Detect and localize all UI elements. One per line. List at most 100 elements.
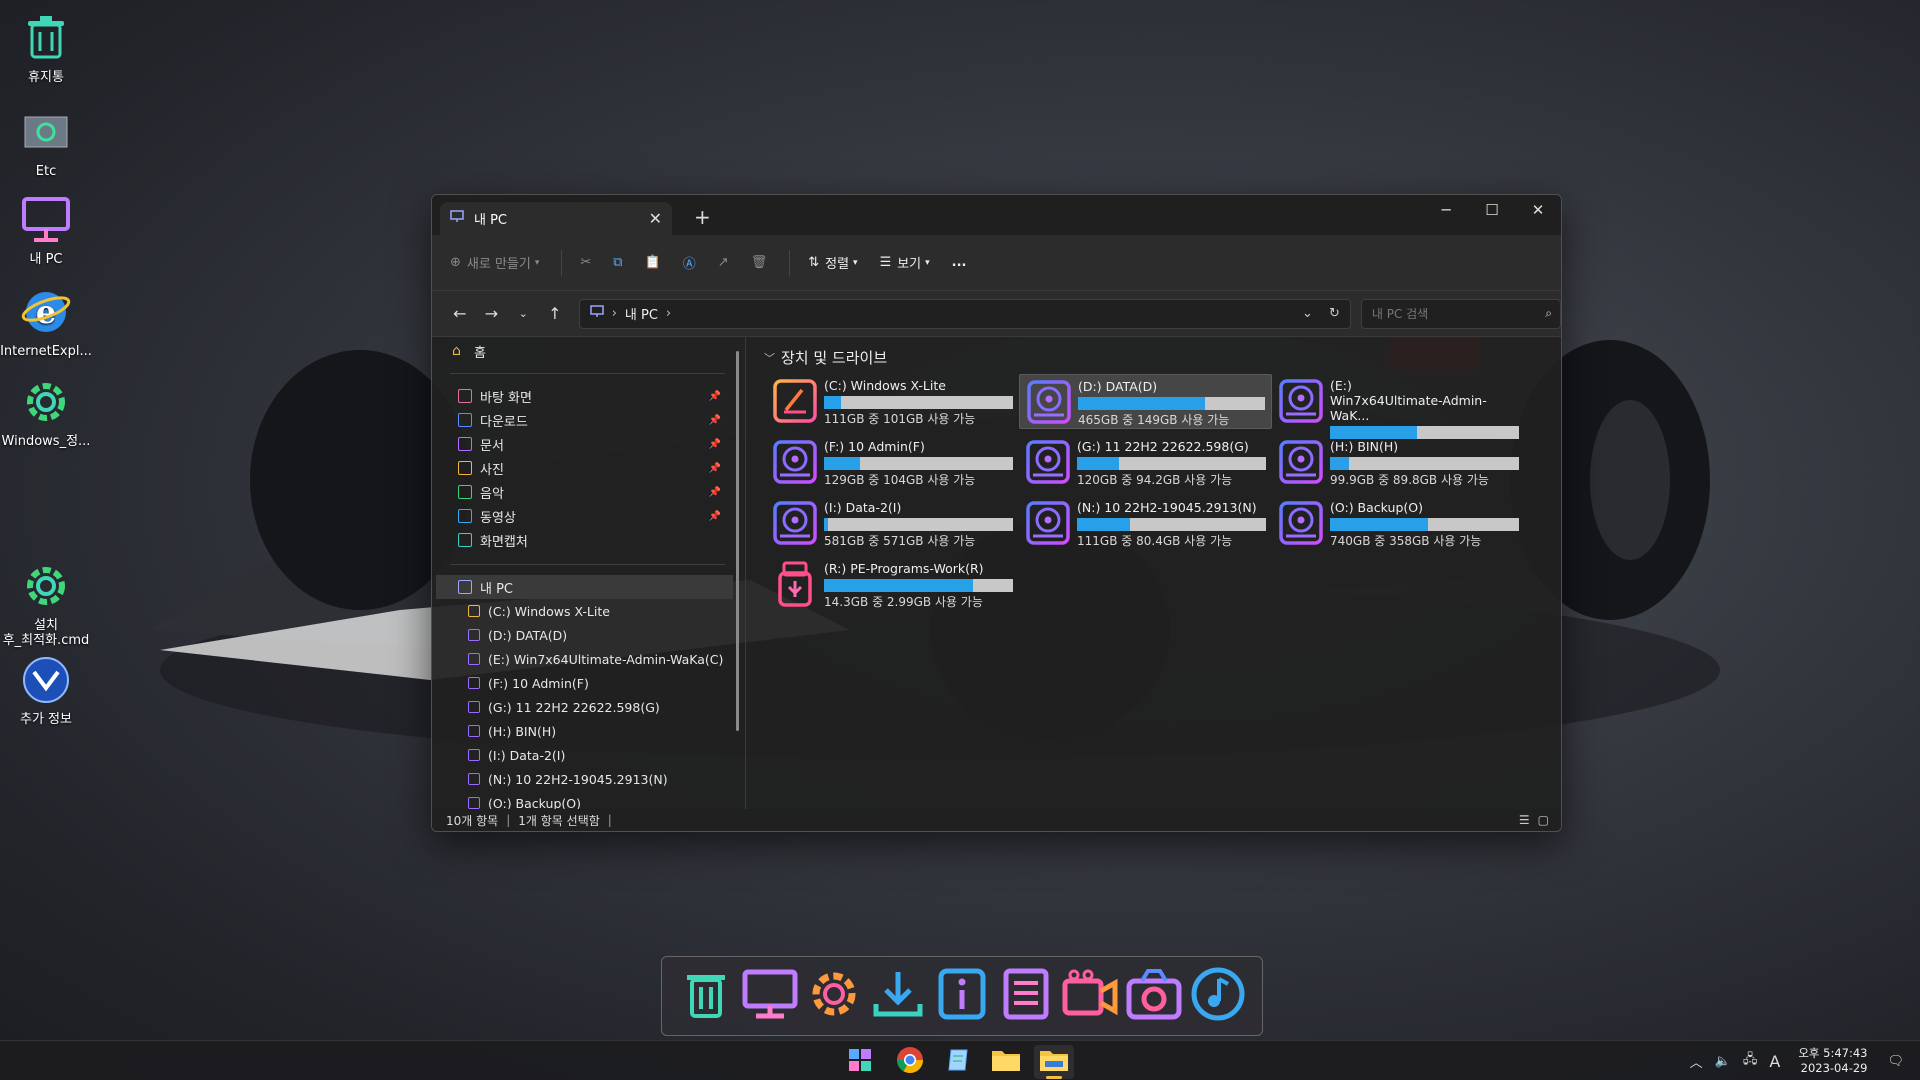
close-tab-icon[interactable]: ✕ [649,209,662,228]
delete-button[interactable]: 🗑 [751,255,768,270]
close-window-button[interactable]: ✕ [1515,195,1561,225]
nav-item-drive[interactable]: (H:) BIN(H) [432,719,745,743]
drive-tile[interactable]: (H:) BIN(H) 99.9GB 중 89.8GB 사용 가능 [1272,435,1525,490]
start-icon [848,1048,872,1076]
divider [561,249,563,276]
nav-item-drive[interactable]: (N:) 10 22H2-19045.2913(N) [432,767,745,791]
nav-item-drive[interactable]: (I:) Data-2(I) [432,743,745,767]
tiles-view-icon[interactable]: ▢ [1538,813,1549,827]
navigation-pane: ⌂ 홈 바탕 화면 📌 다운로드 📌 문서 📌 사진 📌 음악 📌 동영상 📌 화면캡처 내 PC (C… [432,337,746,809]
nav-item-this-pc[interactable]: 내 PC [436,575,733,599]
drive-tile[interactable]: (G:) 11 22H2 22622.598(G) 120GB 중 94.2GB … [1019,435,1272,490]
address-dropdown-icon[interactable]: ⌄ [1302,306,1313,321]
cut-icon: ✂ [580,255,592,270]
nav-item-drive[interactable]: (E:) Win7x64Ultimate-Admin-WaKa(C) [432,647,745,671]
taskbar-app-explorer[interactable] [1034,1045,1074,1079]
drive-tile[interactable]: (C:) Windows X-Lite 111GB 중 101GB 사용 가능 [766,374,1019,429]
nav-item-quick-5[interactable]: 동영상 📌 [432,504,745,528]
nav-item-quick-0[interactable]: 바탕 화면 📌 [432,384,745,408]
desktop-icon-this-pc[interactable]: 내 PC [0,192,92,267]
share-button[interactable]: ↗ [718,255,729,270]
desktop-icon-windows-settings[interactable]: Windows_정... [0,374,92,449]
chevron-up-icon[interactable]: ︿ [1690,1052,1703,1071]
nav-item-label: (F:) 10 Admin(F) [488,675,589,691]
new-button[interactable]: ⊕ 새로 만들기 ▾ [450,253,539,272]
search-input[interactable]: 내 PC 검색 ⌕ [1360,298,1561,329]
desktop-icon-recycle-bin[interactable]: 휴지통 [0,10,92,85]
paste-button[interactable]: 📋 [645,255,661,270]
nav-item-drive[interactable]: (C:) Windows X-Lite [432,599,745,623]
nav-item-quick-1[interactable]: 다운로드 📌 [432,408,745,432]
nav-item-home[interactable]: ⌂ 홈 [432,339,745,363]
desktop-icon-etc[interactable]: Etc [0,104,92,179]
view-button[interactable]: ☰ 보기 ▾ [880,253,930,272]
up-button[interactable]: ↑ [539,304,571,323]
desktop-icon-extra-info[interactable]: 추가 정보 [0,652,92,727]
drive-tile[interactable]: (R:) PE-Programs-Work(R) 14.3GB 중 2.99GB … [766,557,1019,612]
dock-item-monitor[interactable] [741,965,799,1027]
monitor-icon [18,192,74,248]
forward-button[interactable]: → [476,304,508,323]
back-button[interactable]: ← [444,304,476,323]
copy-button[interactable]: ⧉ [613,255,622,270]
minimize-button[interactable]: ─ [1423,195,1469,225]
drive-name: (E:) Win7x64Ultimate-Admin-WaK... [1330,378,1487,423]
refresh-icon[interactable]: ↻ [1329,306,1340,321]
drive-tile[interactable]: (N:) 10 22H2-19045.2913(N) 111GB 중 80.4GB… [1019,496,1272,551]
nav-item-quick-3[interactable]: 사진 📌 [432,456,745,480]
nav-item-label: 화면캡처 [480,534,528,550]
nav-item-drive[interactable]: (F:) 10 Admin(F) [432,671,745,695]
dock-item-document[interactable] [997,965,1055,1027]
taskbar-app-notepad[interactable] [938,1045,978,1079]
nav-item-quick-6[interactable]: 화면캡처 [432,528,745,552]
drive-tile[interactable]: (I:) Data-2(I) 581GB 중 571GB 사용 가능 [766,496,1019,551]
drive-tile[interactable]: (D:) DATA(D) 465GB 중 149GB 사용 가능 [1019,374,1272,429]
cut-button[interactable]: ✂ [580,255,591,270]
nav-item-label: (N:) 10 22H2-19045.2913(N) [488,771,668,787]
tab-this-pc[interactable]: 내 PC ✕ [440,202,672,235]
nav-item-label: (H:) BIN(H) [488,723,557,739]
breadcrumb-this-pc[interactable]: 내 PC [625,304,658,323]
dock-item-gear[interactable] [805,965,863,1027]
new-tab-button[interactable]: + [694,205,711,229]
nav-item-quick-4[interactable]: 음악 📌 [432,480,745,504]
more-options-button[interactable]: ... [952,255,967,270]
dock-item-camera[interactable] [1125,965,1183,1027]
desktop-icon-optimize-cmd[interactable]: 설치 후_최적화.cmd [0,558,92,648]
nav-item-drive[interactable]: (G:) 11 22H2 22622.598(G) [432,695,745,719]
breadcrumb-chevron[interactable]: › [666,306,671,321]
taskbar-app-folder[interactable] [986,1045,1026,1079]
details-view-icon[interactable]: ☰ [1519,813,1530,827]
drive-tile[interactable]: (E:) Win7x64Ultimate-Admin-WaK... [1272,374,1525,439]
search-icon[interactable]: ⌕ [1545,306,1552,321]
clock[interactable]: 오후 5:47:43 2023-04-29 [1798,1046,1867,1076]
nav-scrollbar[interactable] [736,351,739,731]
section-header[interactable]: ﹀ 장치 및 드라이브 [764,347,1561,368]
drive-tile[interactable]: (O:) Backup(O) 740GB 중 358GB 사용 가능 [1272,496,1525,551]
maximize-button[interactable]: ☐ [1469,195,1515,225]
network-icon[interactable]: 🖧 [1743,1050,1758,1072]
dock-item-download[interactable] [869,965,927,1027]
dock-item-music[interactable] [1189,965,1247,1027]
drive-tile[interactable]: (F:) 10 Admin(F) 129GB 중 104GB 사용 가능 [766,435,1019,490]
nav-item-drive[interactable]: (D:) DATA(D) [432,623,745,647]
ime-indicator[interactable]: A [1769,1052,1780,1071]
dock-item-info[interactable] [933,965,991,1027]
notification-icon[interactable]: 🗨 [1887,1054,1904,1069]
nav-drive-list: (C:) Windows X-Lite (D:) DATA(D) (E:) Win7… [432,599,745,809]
nav-item-drive[interactable]: (O:) Backup(O) [432,791,745,809]
dock-item-recycle-bin[interactable] [677,965,735,1027]
nav-item-quick-2[interactable]: 문서 📌 [432,432,745,456]
desktop-icon-internet-explorer[interactable]: e InternetExpl... [0,284,92,359]
taskbar-app-chrome[interactable] [890,1045,930,1079]
dock-item-video[interactable] [1061,965,1119,1027]
start-button[interactable] [840,1045,880,1079]
address-bar[interactable]: › 내 PC › ⌄ ↻ [578,298,1351,329]
speaker-icon[interactable]: 🔈 [1715,1054,1731,1069]
rename-button[interactable]: Ⓐ [683,253,696,272]
recent-locations-button[interactable]: ⌄ [507,307,539,320]
music-icon [1191,967,1245,1025]
sort-button[interactable]: ⇅ 정렬 ▾ [808,253,857,272]
view-list-icon: ☰ [879,255,892,270]
content-pane: ﹀ 장치 및 드라이브 (C:) Windows X-Lite 111GB 중 1… [746,337,1561,809]
